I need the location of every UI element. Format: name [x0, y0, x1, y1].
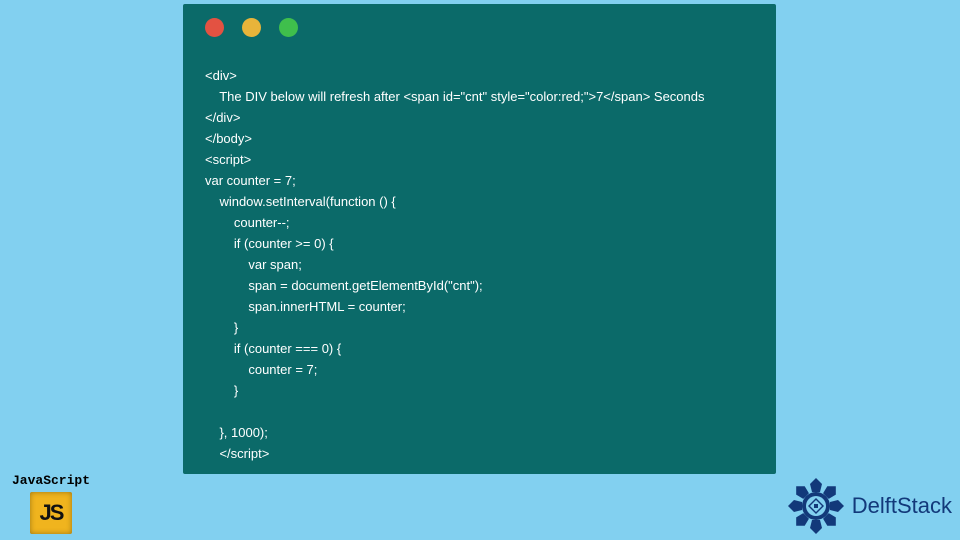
- code-block: <div> The DIV below will refresh after <…: [183, 37, 776, 464]
- javascript-badge: JavaScript JS: [12, 473, 90, 534]
- maximize-icon: [279, 18, 298, 37]
- javascript-tile-icon: JS: [30, 492, 72, 534]
- code-window: <div> The DIV below will refresh after <…: [183, 4, 776, 474]
- delftstack-name: DelftStack: [852, 493, 952, 519]
- delftstack-emblem-icon: [786, 476, 846, 536]
- close-icon: [205, 18, 224, 37]
- minimize-icon: [242, 18, 261, 37]
- javascript-label: JavaScript: [12, 473, 90, 488]
- window-traffic-lights: [183, 4, 776, 37]
- delftstack-logo: DelftStack: [786, 476, 952, 536]
